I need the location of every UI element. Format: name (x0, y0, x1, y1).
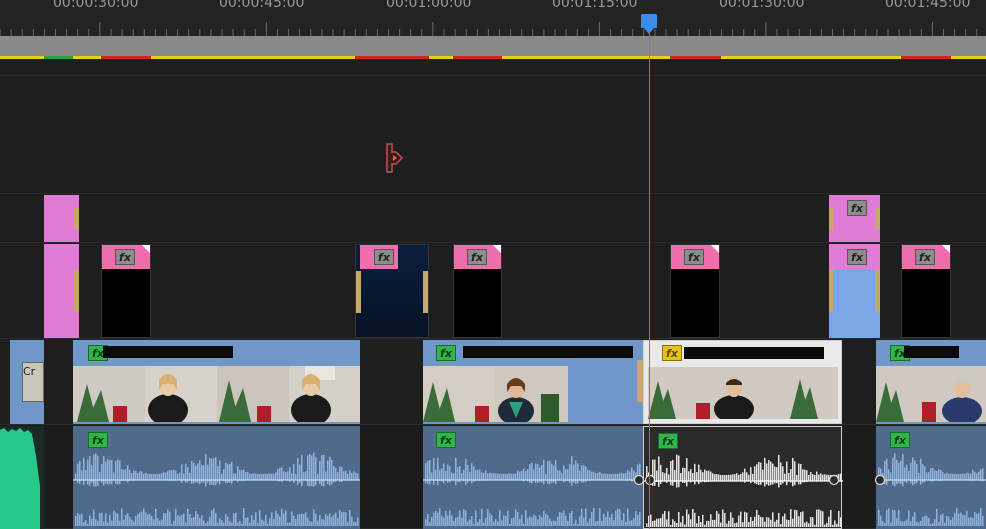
timecode-label: 00:01:15:00 (552, 0, 638, 11)
zoom-scroll-bar[interactable] (0, 36, 986, 56)
clip-name-redacted (463, 346, 633, 358)
adjustment-clip[interactable] (44, 244, 79, 338)
video-thumbnails (876, 366, 986, 422)
clip-name-redacted (904, 346, 959, 358)
fx-badge: fx (915, 249, 935, 265)
title-clip[interactable]: fx (901, 244, 951, 338)
fx-badge: fx (847, 249, 867, 265)
video-clip-interview-3-selected[interactable]: fx (643, 340, 842, 424)
clip-name-redacted (684, 347, 824, 359)
playhead-line (649, 26, 650, 529)
timeline-panel: 00:00:30:00 00:00:45:00 00:01:00:00 00:0… (0, 0, 986, 529)
title-clip[interactable]: fx (670, 244, 720, 338)
timecode-label: 00:01:30:00 (719, 0, 805, 11)
video-clip[interactable]: Cr (10, 340, 44, 424)
ruler-ticks (0, 22, 978, 36)
audio-keyframe[interactable] (872, 472, 886, 488)
clip-name-redacted (103, 346, 233, 358)
audio-clip-waveform[interactable] (0, 426, 44, 529)
background-clip[interactable]: fx (355, 244, 429, 338)
video-thumbnails (73, 366, 360, 422)
track-spacer (0, 60, 986, 76)
adjustment-clip[interactable]: fx (829, 195, 880, 242)
title-clip[interactable]: fx (453, 244, 502, 338)
video-clip-interview-4[interactable]: fx (876, 340, 986, 424)
audio-keyframes[interactable] (630, 472, 850, 488)
adjustment-clip[interactable] (44, 195, 79, 242)
fx-badge: fx (374, 249, 394, 265)
fx-badge: fx (436, 345, 456, 361)
audio-clip[interactable]: fx (73, 426, 360, 529)
title-clip[interactable]: fx (101, 244, 151, 338)
time-ruler[interactable]: 00:00:30:00 00:00:45:00 00:01:00:00 00:0… (0, 0, 986, 36)
ripple-edit-cursor-icon (386, 143, 404, 173)
fx-badge: fx (467, 249, 487, 265)
fx-badge: fx (662, 345, 682, 361)
audio-clip[interactable]: fx (876, 426, 986, 529)
fx-badge: fx (847, 200, 867, 216)
timecode-label: 00:00:45:00 (219, 0, 305, 11)
timecode-label: 00:01:45:00 (885, 0, 971, 11)
fx-badge: fx (115, 249, 135, 265)
video-thumbnails (648, 367, 838, 419)
timecode-label: 00:01:00:00 (386, 0, 472, 11)
video-track-v4[interactable] (0, 76, 986, 194)
audio-clip[interactable]: fx (423, 426, 643, 529)
timecode-label: 00:00:30:00 (53, 0, 139, 11)
fx-badge: fx (684, 249, 704, 265)
video-clip-interview-2[interactable]: fx (423, 340, 643, 424)
playhead-handle[interactable] (641, 14, 657, 34)
video-clip-interview-1[interactable]: fx (73, 340, 360, 424)
video-thumbnails (423, 366, 568, 422)
adjustment-clip[interactable]: fx (829, 244, 880, 338)
clip-label: Cr (22, 362, 44, 402)
